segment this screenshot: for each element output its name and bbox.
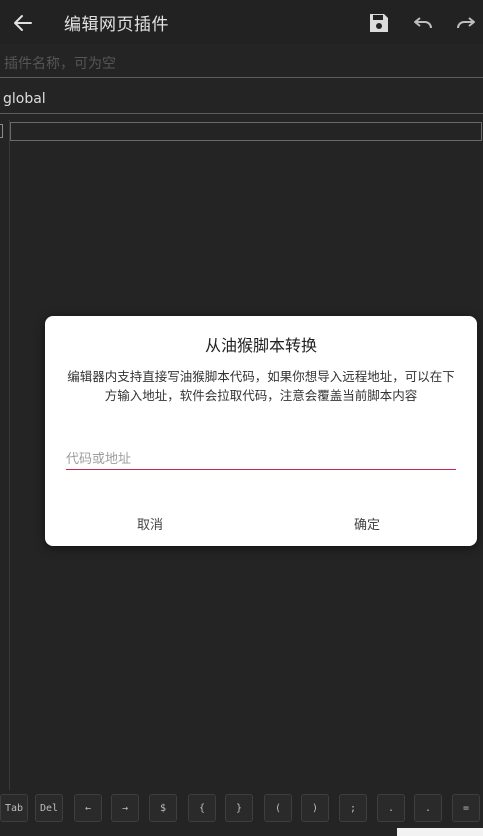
- key-semicolon[interactable]: ;: [339, 794, 367, 822]
- line-number-marker: [0, 124, 3, 138]
- plugin-name-input[interactable]: [0, 52, 483, 76]
- code-or-url-input[interactable]: [66, 449, 456, 470]
- navigation-handle: [397, 828, 483, 836]
- scope-field[interactable]: global: [0, 88, 483, 114]
- key-equals[interactable]: =: [452, 794, 480, 822]
- editor-current-line[interactable]: [10, 122, 482, 141]
- cancel-button[interactable]: 取消: [137, 514, 163, 533]
- key-tab[interactable]: Tab: [0, 794, 28, 822]
- dialog-message: 编辑器内支持直接写油猴脚本代码，如果你想导入远程地址，可以在下方输入地址，软件会…: [67, 369, 455, 403]
- key-dot-2[interactable]: .: [414, 794, 442, 822]
- key-open-brace[interactable]: {: [188, 794, 216, 822]
- key-close-brace[interactable]: }: [225, 794, 253, 822]
- key-close-paren[interactable]: ): [301, 794, 329, 822]
- confirm-button[interactable]: 确定: [354, 514, 380, 533]
- back-arrow-icon[interactable]: [11, 11, 35, 35]
- key-right-arrow[interactable]: →: [111, 794, 139, 822]
- key-open-paren[interactable]: (: [264, 794, 292, 822]
- save-icon[interactable]: [367, 11, 391, 35]
- convert-script-dialog: 从油猴脚本转换 编辑器内支持直接写油猴脚本代码，如果你想导入远程地址，可以在下方…: [45, 316, 477, 546]
- page-title: 编辑网页插件: [64, 15, 169, 35]
- key-dollar[interactable]: $: [149, 794, 177, 822]
- app-bar: 编辑网页插件: [0, 0, 483, 44]
- key-del[interactable]: Del: [35, 794, 63, 822]
- redo-icon[interactable]: [454, 11, 478, 35]
- key-dot[interactable]: .: [377, 794, 405, 822]
- plugin-name-field: [0, 52, 483, 78]
- scope-value: global: [3, 91, 46, 107]
- shortcut-key-bar: Tab Del ← → $ { } ( ) ; . . =: [0, 794, 483, 824]
- code-or-url-field: [66, 448, 456, 470]
- dialog-title: 从油猴脚本转换: [204, 336, 317, 355]
- undo-icon[interactable]: [411, 11, 435, 35]
- editor-gutter: [0, 120, 10, 790]
- key-left-arrow[interactable]: ←: [74, 794, 102, 822]
